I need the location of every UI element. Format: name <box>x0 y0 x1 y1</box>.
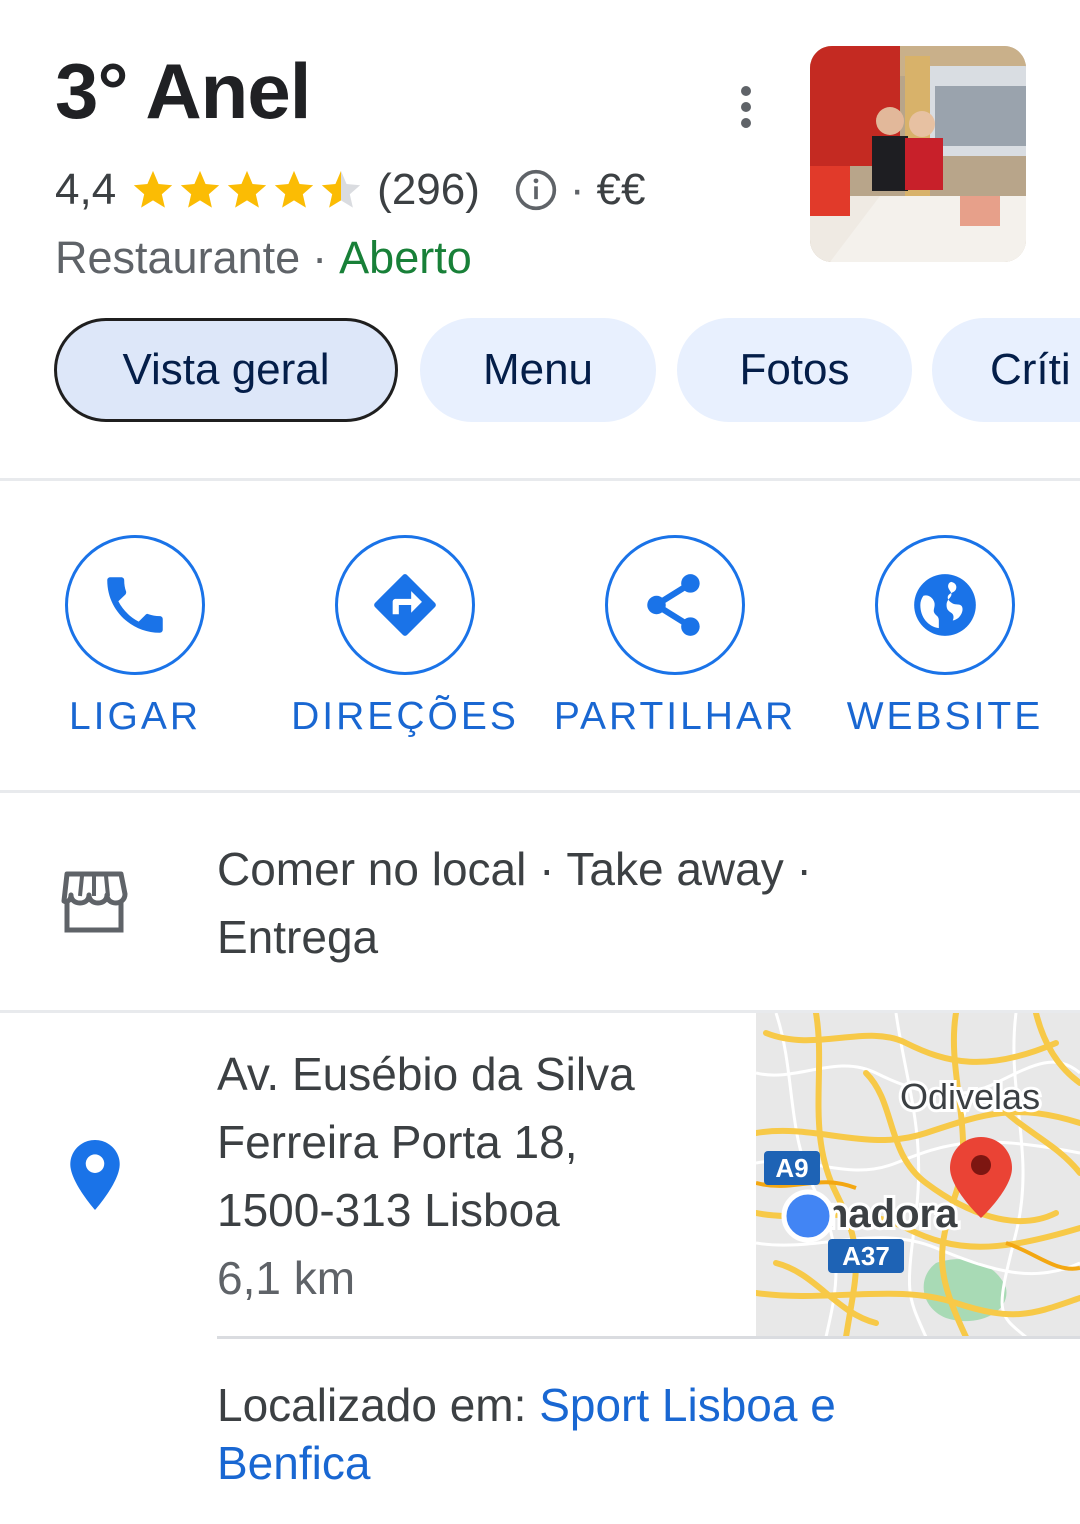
address-block[interactable]: Av. Eusébio da Silva Ferreira Porta 18, … <box>217 1040 635 1312</box>
map-road-a37: A37 <box>842 1241 890 1271</box>
place-photo[interactable] <box>810 46 1026 262</box>
storefront-icon <box>61 871 128 933</box>
website-label[interactable]: WEBSITE <box>840 695 1050 739</box>
tab-menu[interactable]: Menu <box>420 318 656 422</box>
globe-icon <box>914 574 976 636</box>
price-level: €€ <box>596 165 646 214</box>
open-status: Aberto <box>339 232 472 283</box>
star-icon <box>275 170 314 208</box>
share-icon <box>647 574 700 636</box>
location-pin-icon <box>70 1140 120 1210</box>
share-button[interactable] <box>605 535 745 675</box>
place-title: 3° Anel <box>55 47 311 135</box>
category-label: Restaurante <box>55 232 301 283</box>
directions-button[interactable] <box>335 535 475 675</box>
services-line-1: Comer no local · Take away · <box>217 843 812 895</box>
star-icon <box>228 170 267 208</box>
star-icon <box>181 170 220 208</box>
located-in-link-line-1[interactable]: Sport Lisboa e <box>539 1379 836 1431</box>
map-image: A9 A37 Odivelas nadora <box>756 1013 1080 1337</box>
address-line-2: Ferreira Porta 18, <box>217 1116 578 1168</box>
directions-label[interactable]: DIREÇÕES <box>290 695 520 739</box>
separator-dot: · <box>312 232 328 283</box>
services-text: Comer no local · Take away · Entrega <box>217 835 812 971</box>
call-label[interactable]: LIGAR <box>40 695 230 739</box>
photo-image <box>810 46 1026 262</box>
located-in: Localizado em: Sport Lisboa e Benfica <box>217 1376 1037 1492</box>
category-row: Restaurante · Aberto <box>55 228 472 288</box>
rating-row: 4,4 (296) · €€ <box>55 160 646 220</box>
tab-vista-geral[interactable]: Vista geral <box>54 318 398 422</box>
call-button[interactable] <box>65 535 205 675</box>
rating-value: 4,4 <box>55 165 117 214</box>
phone-icon <box>107 577 163 633</box>
address-line-3: 1500-313 Lisboa <box>217 1184 560 1236</box>
map-thumbnail[interactable]: A9 A37 Odivelas nadora <box>756 1013 1080 1337</box>
more-options-icon[interactable] <box>724 82 768 132</box>
located-in-prefix: Localizado em: <box>217 1379 540 1431</box>
tab-criticas[interactable]: Críti <box>932 318 1080 422</box>
map-label-odivelas: Odivelas <box>900 1076 1040 1117</box>
map-road-a9: A9 <box>775 1153 808 1183</box>
separator-dot: · <box>569 165 585 214</box>
tab-fotos[interactable]: Fotos <box>677 318 912 422</box>
map-label-amadora: nadora <box>824 1192 958 1236</box>
directions-icon <box>374 574 436 636</box>
divider <box>0 478 1080 481</box>
review-count[interactable]: (296) <box>377 165 480 215</box>
divider <box>0 790 1080 793</box>
divider <box>217 1336 1080 1339</box>
star-rating <box>130 167 365 213</box>
address-line-1: Av. Eusébio da Silva <box>217 1048 635 1100</box>
located-in-link-line-2[interactable]: Benfica <box>217 1437 370 1489</box>
current-location-dot <box>781 1189 835 1243</box>
star-icon <box>134 170 173 208</box>
distance: 6,1 km <box>217 1252 356 1304</box>
share-label[interactable]: PARTILHAR <box>550 695 800 739</box>
half-star-icon <box>322 170 361 208</box>
info-icon[interactable] <box>514 168 558 212</box>
services-line-2: Entrega <box>217 911 379 963</box>
website-button[interactable] <box>875 535 1015 675</box>
